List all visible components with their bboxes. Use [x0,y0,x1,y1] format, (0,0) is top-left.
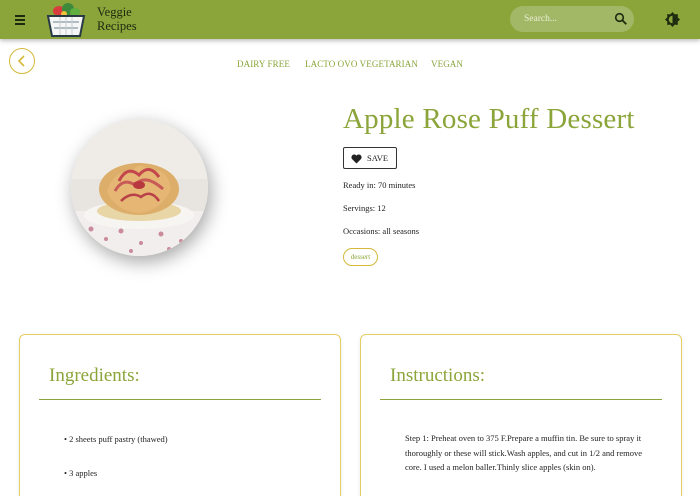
menu-icon-line [15,23,25,25]
back-button[interactable] [9,48,35,74]
search-icon[interactable] [614,12,628,26]
ingredients-divider [39,399,321,400]
theme-toggle-icon[interactable] [665,12,680,27]
ingredient-item: • 2 sheets puff pastry (thawed) [64,434,168,444]
veggie-basket-logo[interactable] [44,0,88,39]
instructions-divider [380,399,662,400]
diet-tag-lacto-ovo-vegetarian[interactable]: LACTO OVO VEGETARIAN [305,59,418,69]
recipe-image [71,119,208,256]
brand-line-2: Recipes [97,19,137,33]
chevron-left-icon [17,55,25,67]
instructions-card: Instructions: Step 1: Preheat oven to 37… [360,334,682,496]
diet-tag-vegan[interactable]: VEGAN [431,59,463,69]
diet-tag-dairy-free[interactable]: DAIRY FREE [237,59,290,69]
dish-type-chip[interactable]: dessert [343,248,378,266]
heart-icon [351,154,362,164]
menu-button[interactable] [12,12,28,28]
instructions-heading: Instructions: [390,365,485,386]
save-button[interactable]: SAVE [343,147,397,169]
top-app-bar: Veggie Recipes [0,0,700,39]
brand-line-1: Veggie [97,5,132,19]
menu-icon-line [15,19,25,21]
recipe-title: Apple Rose Puff Dessert [343,103,635,135]
ready-in-text: Ready in: 70 minutes [343,180,416,190]
servings-text: Servings: 12 [343,203,386,213]
occasions-text: Occasions: all seasons [343,226,420,236]
instruction-step: Step 1: Preheat oven to 375 F.Prepare a … [405,433,643,472]
save-button-label: SAVE [367,153,389,163]
search-input[interactable] [524,11,610,27]
ingredient-item: • 3 apples [64,468,98,478]
search-box [510,6,634,32]
ingredients-heading: Ingredients: [49,365,140,386]
ingredients-card: Ingredients: • 2 sheets puff pastry (tha… [19,334,341,496]
menu-icon-line [15,15,25,17]
brand-name[interactable]: Veggie Recipes [97,5,137,33]
